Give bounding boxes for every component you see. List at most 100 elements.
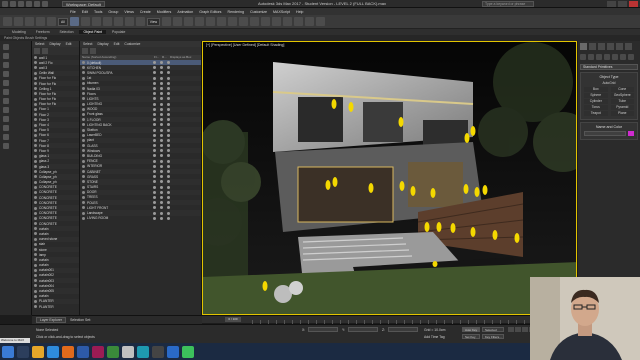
app-menu-icon[interactable] — [2, 0, 8, 7]
hide-toggle-icon[interactable] — [153, 66, 156, 70]
list-item[interactable]: PLANTER — [32, 304, 79, 309]
column-box[interactable]: Displays as Box — [170, 55, 191, 60]
freeze-toggle-icon[interactable] — [160, 128, 163, 132]
hide-toggle-icon[interactable] — [153, 149, 156, 153]
app-icon[interactable] — [167, 345, 179, 358]
render-toggle-icon[interactable] — [167, 128, 170, 132]
viewport-label[interactable]: [+] [Perspective] [User Defined] [Defaul… — [206, 43, 284, 47]
strip-tool-icon[interactable] — [3, 116, 9, 122]
menu-tools[interactable]: Tools — [94, 10, 102, 14]
visibility-icon[interactable] — [34, 201, 37, 205]
app-icon[interactable] — [152, 345, 164, 358]
cone-button[interactable]: Cone — [610, 87, 634, 92]
strip-tool-icon[interactable] — [3, 44, 9, 50]
freeze-toggle-icon[interactable] — [160, 190, 163, 194]
firefox-icon[interactable] — [62, 345, 74, 358]
visibility-icon[interactable] — [34, 222, 37, 226]
visibility-icon[interactable] — [34, 102, 37, 106]
z-coordinate-field[interactable] — [388, 327, 418, 332]
hide-toggle-icon[interactable] — [153, 76, 156, 80]
auto-key-button[interactable]: Auto Key — [462, 327, 480, 332]
menu-customize[interactable]: Customize — [250, 10, 267, 14]
window-crossing-icon[interactable] — [102, 17, 112, 26]
geometry-icon[interactable] — [580, 54, 586, 60]
render-toggle-icon[interactable] — [167, 154, 170, 158]
freeze-toggle-icon[interactable] — [160, 61, 163, 65]
systems-icon[interactable] — [628, 54, 634, 60]
visibility-icon[interactable] — [34, 263, 37, 267]
menu-views[interactable]: Views — [124, 10, 134, 14]
hide-toggle-icon[interactable] — [153, 175, 156, 179]
angle-snap-icon[interactable] — [184, 17, 194, 26]
freeze-toggle-icon[interactable] — [160, 71, 163, 75]
hide-toggle-icon[interactable] — [153, 92, 156, 96]
menu-customize[interactable]: Customize — [124, 42, 140, 46]
visibility-icon[interactable] — [34, 216, 37, 220]
freeze-toggle-icon[interactable] — [160, 112, 163, 116]
render-toggle-icon[interactable] — [167, 201, 170, 205]
freeze-toggle-icon[interactable] — [160, 206, 163, 210]
visibility-icon[interactable] — [34, 237, 37, 241]
tab-selection[interactable]: Selection — [56, 30, 78, 34]
render-toggle-icon[interactable] — [167, 61, 170, 65]
render-toggle-icon[interactable] — [167, 138, 170, 142]
hierarchy-tab-icon[interactable] — [598, 43, 605, 50]
menu-group[interactable]: Group — [108, 10, 118, 14]
render-toggle-icon[interactable] — [167, 118, 170, 122]
schematic-view-icon[interactable] — [272, 17, 282, 26]
visibility-icon[interactable] — [34, 107, 37, 111]
box-button[interactable]: Box — [584, 87, 608, 92]
menu-display[interactable]: Display — [97, 42, 108, 46]
visibility-icon[interactable] — [34, 196, 37, 200]
object-color-swatch[interactable] — [628, 131, 634, 136]
frame-counter[interactable]: 0 / 100 — [225, 317, 241, 322]
spinner-snap-icon[interactable] — [206, 17, 216, 26]
go-to-start-icon[interactable] — [508, 327, 514, 332]
play-icon[interactable] — [522, 327, 528, 332]
link-icon[interactable] — [25, 17, 34, 26]
hide-toggle-icon[interactable] — [153, 102, 156, 106]
menu-edit[interactable]: Edit — [82, 10, 88, 14]
rectangular-selection-icon[interactable] — [91, 17, 101, 26]
visibility-icon[interactable] — [34, 289, 37, 293]
visibility-icon[interactable] — [34, 227, 37, 231]
hide-toggle-icon[interactable] — [153, 180, 156, 184]
strip-tool-icon[interactable] — [3, 134, 9, 140]
undo-icon[interactable] — [34, 0, 40, 7]
premiere-icon[interactable] — [92, 345, 104, 358]
undo-icon[interactable] — [3, 17, 12, 26]
select-by-name-icon[interactable] — [80, 17, 90, 26]
hide-toggle-icon[interactable] — [153, 128, 156, 132]
align-icon[interactable] — [239, 17, 249, 26]
visibility-icon[interactable] — [34, 66, 37, 70]
plane-button[interactable]: Plane — [610, 111, 634, 116]
unlink-icon[interactable] — [36, 17, 45, 26]
menu-maxscript[interactable]: MAXScript — [273, 10, 290, 14]
hide-toggle-icon[interactable] — [153, 144, 156, 148]
key-filters-button[interactable]: Key Filters... — [482, 334, 504, 339]
freeze-toggle-icon[interactable] — [160, 81, 163, 85]
freeze-toggle-icon[interactable] — [160, 118, 163, 122]
curve-editor-icon[interactable] — [261, 17, 271, 26]
render-toggle-icon[interactable] — [167, 159, 170, 163]
visibility-icon[interactable] — [34, 258, 37, 262]
visibility-icon[interactable] — [34, 139, 37, 143]
select-rotate-icon[interactable] — [124, 17, 134, 26]
layer-row[interactable]: LIVING ROOM — [80, 216, 201, 221]
freeze-toggle-icon[interactable] — [160, 123, 163, 127]
menu-edit[interactable]: Edit — [114, 42, 120, 46]
task-view-icon[interactable] — [17, 345, 29, 358]
hide-toggle-icon[interactable] — [153, 185, 156, 189]
hide-toggle-icon[interactable] — [153, 71, 156, 75]
name-color-title[interactable]: Name and Color — [581, 124, 637, 131]
layer-manager-icon[interactable] — [250, 17, 260, 26]
freeze-toggle-icon[interactable] — [160, 164, 163, 168]
visibility-icon[interactable] — [34, 253, 37, 257]
render-toggle-icon[interactable] — [167, 123, 170, 127]
cylinder-button[interactable]: Cylinder — [584, 99, 608, 104]
select-scale-icon[interactable] — [135, 17, 145, 26]
select-object-icon[interactable] — [69, 17, 79, 26]
menu-select[interactable]: Select — [83, 42, 92, 46]
workspace-dropdown[interactable]: Workspace: Default — [62, 0, 105, 7]
visibility-icon[interactable] — [34, 165, 37, 169]
